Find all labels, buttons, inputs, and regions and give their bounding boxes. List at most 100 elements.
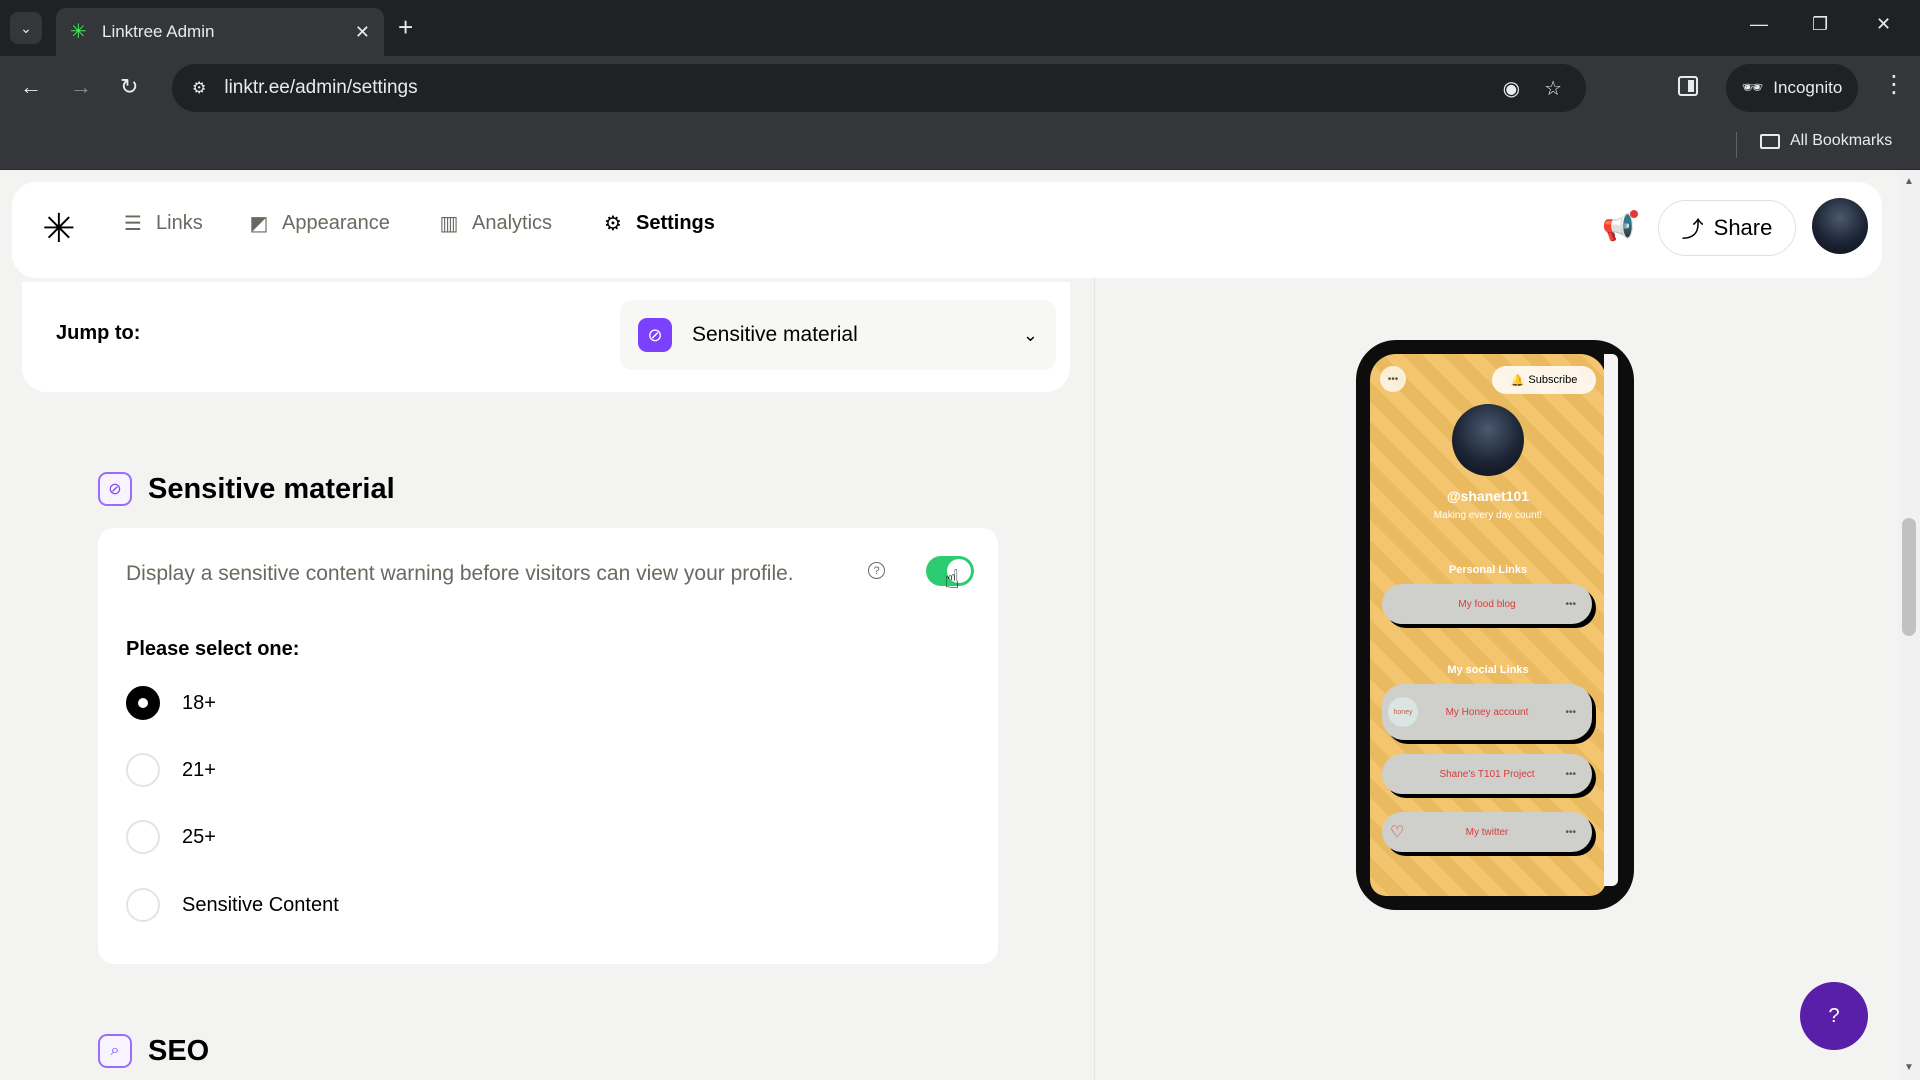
- megaphone-icon[interactable]: 📢: [1602, 210, 1639, 243]
- linktree-favicon-icon: ✳: [70, 21, 87, 43]
- preview-personal-heading: Personal Links: [1448, 564, 1528, 576]
- incognito-badge[interactable]: 🕶 Incognito: [1726, 64, 1858, 112]
- scrollbar-thumb[interactable]: [1902, 518, 1916, 636]
- sensitive-section-header: ⊘ Sensitive material: [98, 472, 395, 506]
- linktree-admin-page: ✳ ☰ Links ◩ Appearance ▥ Analytics ⚙ Set…: [0, 170, 1920, 1080]
- window-close-icon[interactable]: ✕: [1876, 14, 1891, 35]
- sensitive-card: Display a sensitive content warning befo…: [98, 528, 998, 964]
- share-button[interactable]: ⤴ Share: [1658, 200, 1796, 256]
- seo-section-header: ⌕ SEO: [98, 1034, 209, 1068]
- back-icon[interactable]: ←: [20, 74, 42, 100]
- preview-link-menu-icon: •••: [1565, 768, 1576, 780]
- sensitive-description: Display a sensitive content warning befo…: [126, 562, 794, 585]
- preview-link-menu-icon: •••: [1565, 598, 1576, 610]
- eye-off-icon: ⊘: [638, 318, 672, 352]
- reload-icon[interactable]: ↻: [120, 74, 138, 100]
- all-bookmarks-label: All Bookmarks: [1790, 132, 1893, 149]
- page-scrollbar[interactable]: ▲ ▼: [1898, 170, 1920, 1080]
- nav-appearance-label: Appearance: [282, 212, 390, 234]
- bookmarks-separator: [1736, 132, 1737, 158]
- incognito-label: Incognito: [1773, 78, 1843, 97]
- links-icon: ☰: [124, 213, 142, 235]
- preview-link-button: Shane's T101 Project •••: [1382, 754, 1592, 794]
- notification-dot: [1630, 210, 1639, 218]
- browser-tab-bar: ⌄ ✳ Linktree Admin ✕ + — ❐ ✕: [0, 0, 1920, 56]
- browser-tab[interactable]: ✳ Linktree Admin ✕: [56, 8, 384, 56]
- nav-links[interactable]: ☰ Links: [122, 212, 203, 235]
- preview-link-label: My food blog: [1458, 598, 1516, 610]
- preview-screen: ••• 🔔 Subscribe @shanet101 Making every …: [1370, 354, 1606, 896]
- help-fab-button[interactable]: ?: [1800, 982, 1868, 1050]
- radio-option-25[interactable]: 25+: [126, 820, 216, 854]
- tab-close-icon[interactable]: ✕: [355, 22, 370, 43]
- preview-link-label: My Honey account: [1445, 706, 1529, 718]
- jump-to-select[interactable]: ⊘ Sensitive material ⌄: [620, 300, 1056, 370]
- select-one-label: Please select one:: [126, 638, 300, 660]
- share-icon: ⤴: [1681, 217, 1704, 242]
- side-panel-icon[interactable]: [1678, 76, 1698, 96]
- radio-option-sensitive-content[interactable]: Sensitive Content: [126, 888, 339, 922]
- preview-social-heading: My social Links: [1447, 664, 1529, 676]
- preview-link-menu-icon: •••: [1565, 826, 1576, 838]
- bookmark-star-icon[interactable]: ☆: [1544, 76, 1562, 101]
- address-url[interactable]: linktr.ee/admin/settings: [224, 77, 1502, 99]
- site-info-icon[interactable]: ⚙: [192, 78, 206, 98]
- radio-option-18[interactable]: 18+: [126, 686, 216, 720]
- sensitive-section-title: Sensitive material: [148, 472, 395, 505]
- radio-circle[interactable]: [126, 820, 160, 854]
- scroll-down-icon[interactable]: ▼: [1904, 1062, 1914, 1073]
- address-bar[interactable]: ⚙ linktr.ee/admin/settings ◉ ☆: [172, 64, 1586, 112]
- nav-appearance[interactable]: ◩ Appearance: [248, 212, 390, 235]
- jump-to-value: Sensitive material: [692, 323, 858, 346]
- browser-toolbar: ← → ↻ ⚙ linktr.ee/admin/settings ◉ ☆ 🕶 I…: [0, 56, 1920, 120]
- seo-section-title: SEO: [148, 1034, 210, 1067]
- chevron-down-icon: ⌄: [1022, 324, 1038, 345]
- restore-icon[interactable]: ❐: [1812, 14, 1828, 35]
- honey-thumbnail-icon: honey: [1388, 697, 1418, 727]
- bookmarks-bar: All Bookmarks: [0, 120, 1920, 170]
- settings-icon: ⚙: [604, 213, 622, 235]
- jump-to-label: Jump to:: [56, 322, 141, 344]
- radio-option-21[interactable]: 21+: [126, 753, 216, 787]
- hand-cursor-icon: ☝: [944, 564, 960, 594]
- tab-search-button[interactable]: ⌄: [10, 12, 42, 44]
- radio-label: 25+: [182, 825, 216, 848]
- eye-off-icon[interactable]: ◉: [1503, 76, 1520, 101]
- radio-circle[interactable]: [126, 753, 160, 787]
- radio-circle[interactable]: [126, 888, 160, 922]
- preview-link-menu-icon: •••: [1565, 706, 1576, 718]
- preview-subscribe-button: 🔔 Subscribe: [1492, 366, 1596, 394]
- linktree-logo-icon[interactable]: ✳: [42, 204, 76, 254]
- share-label: Share: [1713, 215, 1773, 240]
- preview-bio: Making every day count!: [1433, 510, 1543, 521]
- nav-analytics[interactable]: ▥ Analytics: [438, 212, 552, 235]
- new-tab-button[interactable]: +: [398, 14, 413, 40]
- nav-links-label: Links: [156, 212, 203, 234]
- preview-link-label: Shane's T101 Project: [1439, 768, 1535, 780]
- preview-scroll-strip: [1604, 354, 1618, 886]
- sensitive-eye-off-icon: ⊘: [98, 472, 132, 506]
- nav-settings[interactable]: ⚙ Settings: [602, 212, 715, 235]
- help-circle-icon[interactable]: ?: [868, 562, 885, 579]
- browser-menu-icon[interactable]: ⋮: [1882, 70, 1906, 99]
- appearance-icon: ◩: [249, 213, 269, 235]
- panel-divider: [1094, 278, 1095, 1080]
- minimize-icon[interactable]: —: [1750, 14, 1768, 35]
- scroll-up-icon[interactable]: ▲: [1904, 176, 1914, 187]
- forward-icon[interactable]: →: [70, 74, 92, 100]
- preview-subscribe-label: Subscribe: [1528, 374, 1578, 386]
- radio-label: 21+: [182, 758, 216, 781]
- bell-icon: 🔔: [1510, 374, 1525, 387]
- all-bookmarks-button[interactable]: All Bookmarks: [1760, 132, 1892, 150]
- app-navbar: ✳ ☰ Links ◩ Appearance ▥ Analytics ⚙ Set…: [12, 182, 1882, 278]
- phone-preview: ••• 🔔 Subscribe @shanet101 Making every …: [1356, 340, 1634, 910]
- preview-link-button: My food blog •••: [1382, 584, 1592, 624]
- profile-avatar[interactable]: [1812, 198, 1868, 254]
- analytics-icon: ▥: [439, 213, 459, 235]
- preview-link-label: My twitter: [1465, 826, 1509, 838]
- preview-menu-icon: •••: [1380, 366, 1406, 392]
- preview-avatar: [1452, 404, 1524, 476]
- radio-label: 18+: [182, 691, 216, 714]
- preview-link-button: honey My Honey account •••: [1382, 684, 1592, 740]
- radio-circle[interactable]: [126, 686, 160, 720]
